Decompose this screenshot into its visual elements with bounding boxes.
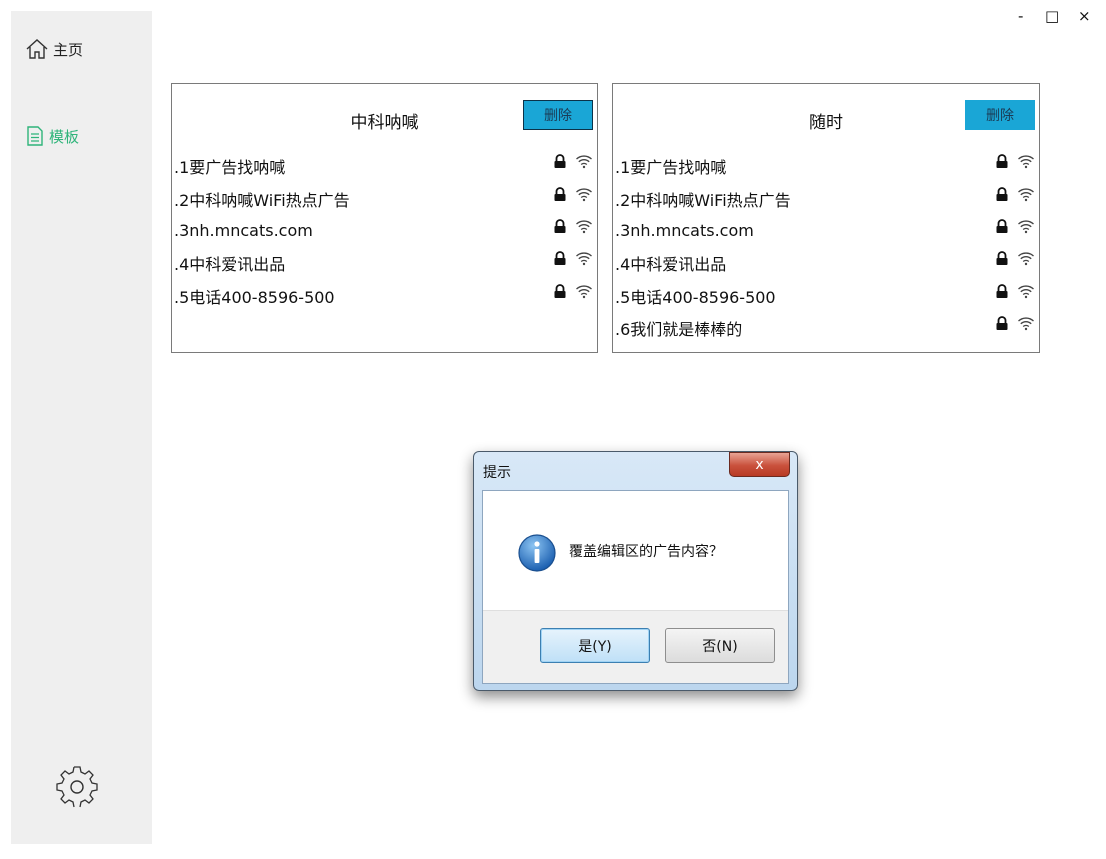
row-text: .4中科爱讯出品 [174, 255, 286, 275]
sidebar-item-template[interactable]: 模板 [25, 125, 79, 147]
template-row[interactable]: .1要广告找呐喊 [615, 150, 1035, 182]
wifi-icon[interactable] [575, 218, 593, 238]
row-text: .5电话400-8596-500 [615, 287, 776, 307]
template-row[interactable]: .3nh.mncats.com [174, 215, 593, 247]
lock-icon[interactable] [994, 218, 1010, 238]
wifi-icon[interactable] [575, 283, 593, 303]
maximize-button[interactable]: □ [1045, 6, 1059, 26]
lock-icon[interactable] [994, 250, 1010, 270]
lock-icon[interactable] [552, 153, 568, 173]
sidebar: 主页 模板 [11, 11, 152, 844]
lock-icon[interactable] [994, 186, 1010, 206]
template-row[interactable]: .3nh.mncats.com [615, 215, 1035, 247]
wifi-icon[interactable] [575, 153, 593, 173]
sidebar-item-label: 模板 [49, 127, 80, 146]
row-text: .3nh.mncats.com [174, 221, 313, 241]
template-row[interactable]: .5电话400-8596-500 [174, 280, 593, 312]
template-row-list: .1要广告找呐喊 .2中科呐喊WiFi热点广告 .3nh.mncats.com … [615, 150, 1035, 344]
lock-icon[interactable] [552, 250, 568, 270]
template-row[interactable]: .6我们就是棒棒的 [615, 312, 1035, 344]
wifi-icon[interactable] [1017, 218, 1035, 238]
home-icon [25, 37, 49, 61]
row-text: .5电话400-8596-500 [174, 287, 335, 307]
dialog-close-button[interactable]: x [729, 452, 790, 477]
template-row[interactable]: .5电话400-8596-500 [615, 280, 1035, 312]
sidebar-item-label: 主页 [53, 40, 84, 59]
dialog-title: 提示 [483, 465, 511, 481]
wifi-icon[interactable] [575, 186, 593, 206]
template-row-list: .1要广告找呐喊 .2中科呐喊WiFi热点广告 .3nh.mncats.com … [174, 150, 593, 312]
template-row[interactable]: .1要广告找呐喊 [174, 150, 593, 182]
settings-button[interactable] [55, 765, 99, 813]
delete-button[interactable]: 删除 [965, 100, 1035, 130]
no-button[interactable]: 否(N) [665, 628, 775, 663]
wifi-icon[interactable] [1017, 186, 1035, 206]
lock-icon[interactable] [552, 283, 568, 303]
template-row[interactable]: .4中科爱讯出品 [615, 247, 1035, 279]
delete-button[interactable]: 删除 [523, 100, 593, 130]
template-card[interactable]: 随时 删除 .1要广告找呐喊 .2中科呐喊WiFi热点广告 .3nh.mncat… [612, 83, 1040, 353]
wifi-icon[interactable] [1017, 283, 1035, 303]
template-row[interactable]: .4中科爱讯出品 [174, 247, 593, 279]
lock-icon[interactable] [994, 283, 1010, 303]
yes-button[interactable]: 是(Y) [540, 628, 650, 663]
template-card[interactable]: 中科呐喊 删除 .1要广告找呐喊 .2中科呐喊WiFi热点广告 .3nh.mnc… [171, 83, 598, 353]
row-text: .2中科呐喊WiFi热点广告 [174, 190, 350, 210]
lock-icon[interactable] [994, 315, 1010, 335]
dialog-body: 覆盖编辑区的广告内容？ 是(Y) 否(N) [482, 490, 789, 684]
row-text: .3nh.mncats.com [615, 221, 754, 241]
template-row[interactable]: .2中科呐喊WiFi热点广告 [615, 182, 1035, 214]
row-text: .6我们就是棒棒的 [615, 320, 743, 340]
row-text: .2中科呐喊WiFi热点广告 [615, 190, 791, 210]
wifi-icon[interactable] [575, 250, 593, 270]
wifi-icon[interactable] [1017, 250, 1035, 270]
document-icon [25, 125, 45, 147]
lock-icon[interactable] [552, 186, 568, 206]
row-text: .4中科爱讯出品 [615, 255, 727, 275]
lock-icon[interactable] [552, 218, 568, 238]
minimize-button[interactable]: - [1018, 6, 1023, 26]
confirm-dialog: 提示 x 覆盖编辑区的广告内容？ 是(Y) 否(N) [473, 451, 798, 691]
wifi-icon[interactable] [1017, 315, 1035, 335]
dialog-message: 覆盖编辑区的广告内容？ [569, 544, 723, 560]
gear-icon [55, 766, 99, 813]
row-text: .1要广告找呐喊 [615, 158, 727, 178]
sidebar-item-home[interactable]: 主页 [25, 37, 83, 61]
template-row[interactable]: .2中科呐喊WiFi热点广告 [174, 182, 593, 214]
close-button[interactable]: × [1078, 6, 1091, 26]
row-text: .1要广告找呐喊 [174, 158, 286, 178]
info-icon [517, 533, 557, 577]
lock-icon[interactable] [994, 153, 1010, 173]
wifi-icon[interactable] [1017, 153, 1035, 173]
